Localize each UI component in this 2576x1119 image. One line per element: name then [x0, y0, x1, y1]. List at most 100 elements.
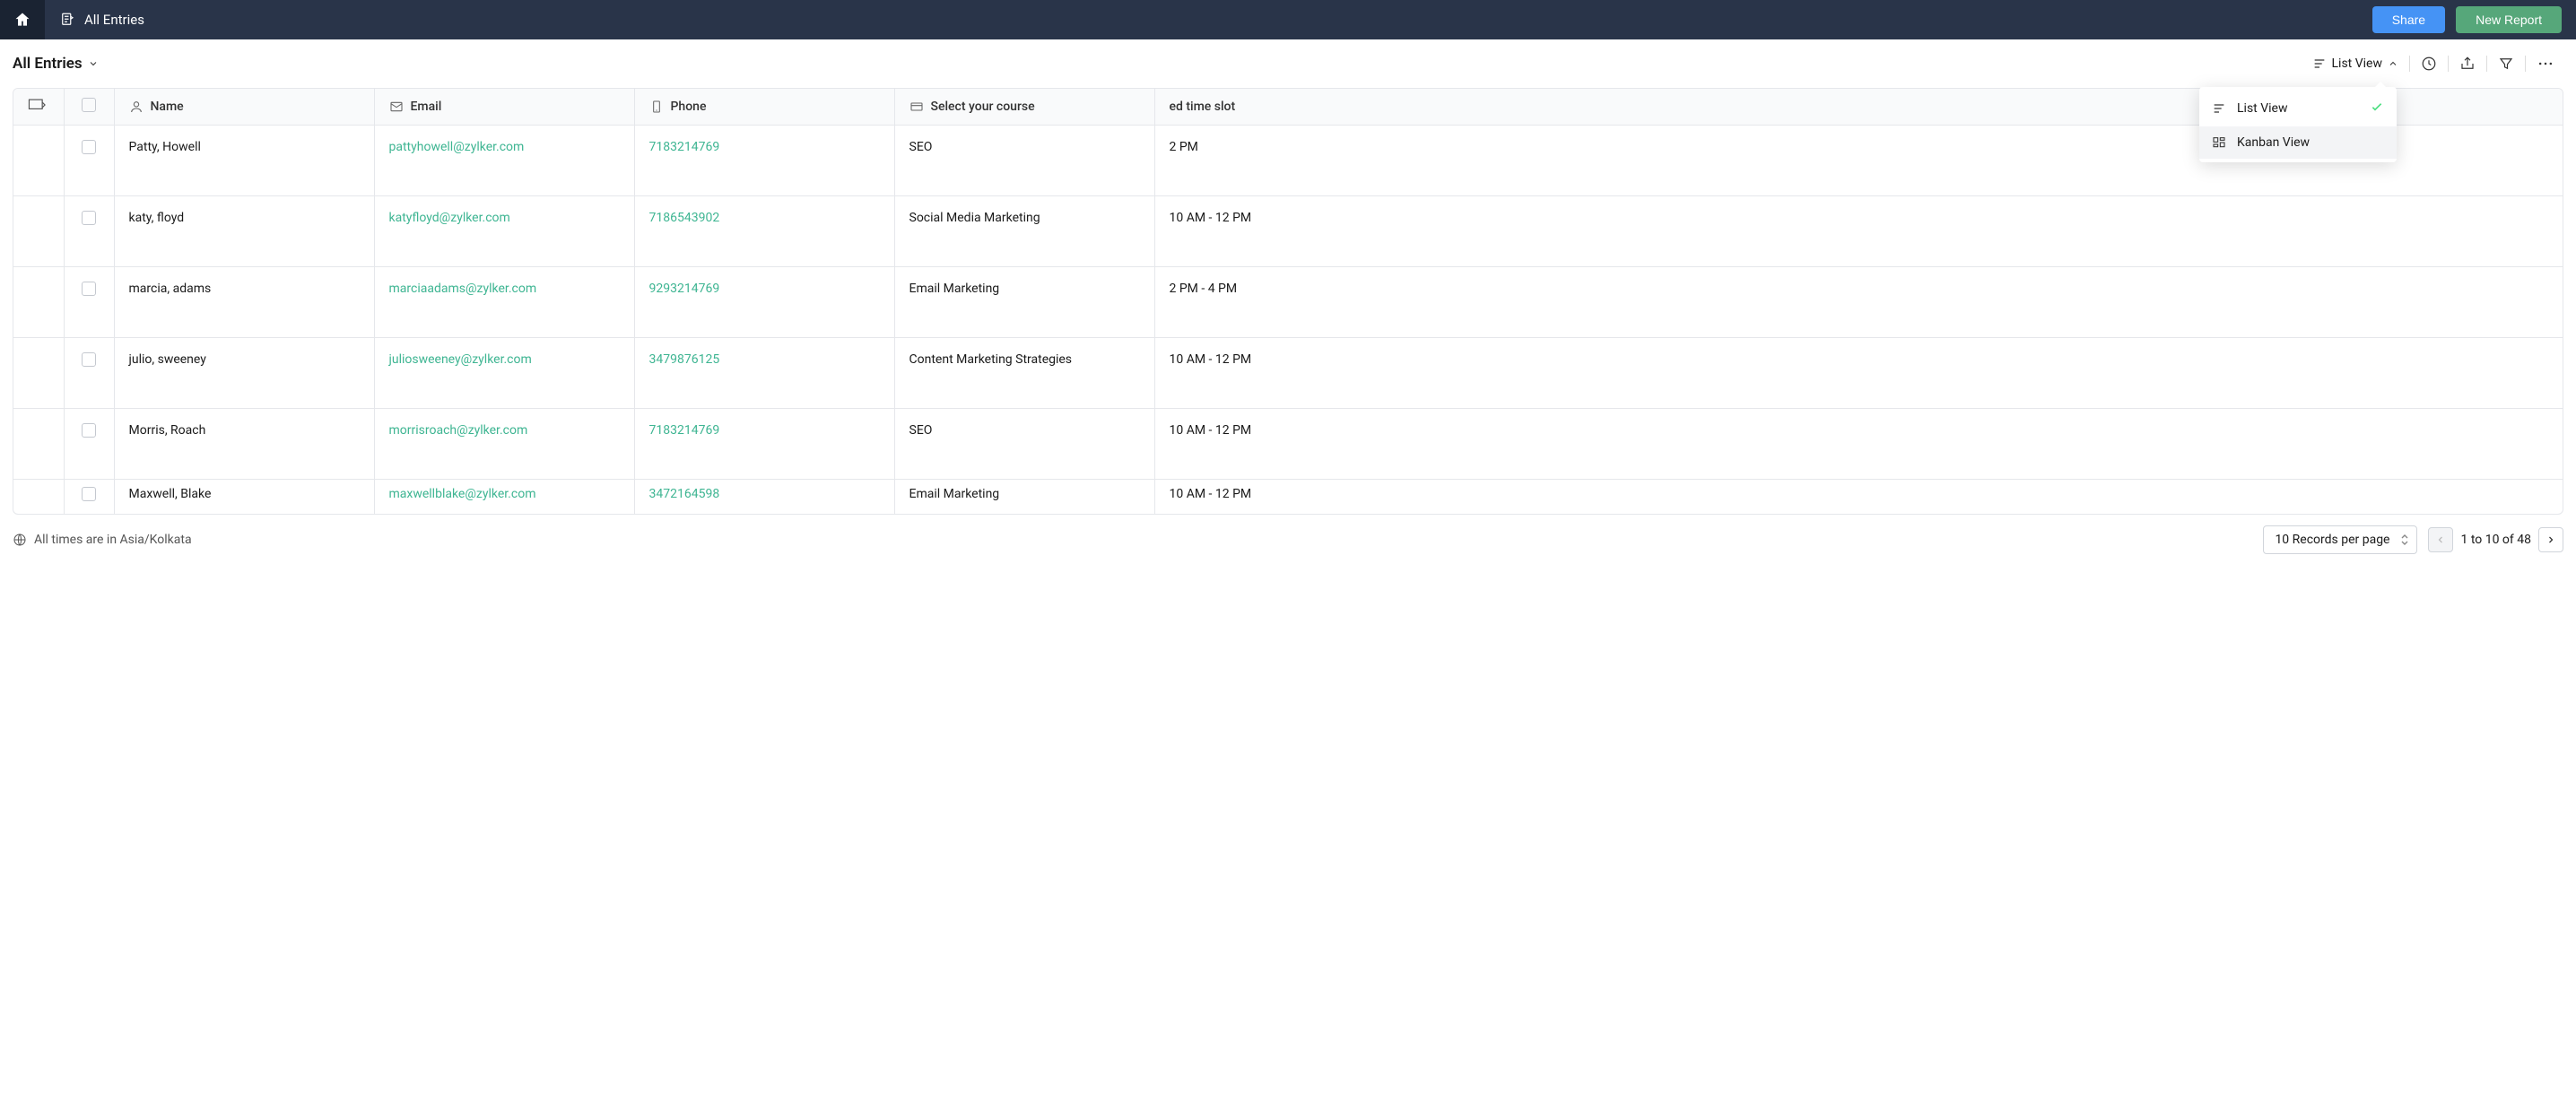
new-report-button[interactable]: New Report	[2456, 6, 2562, 33]
chevron-left-icon	[2435, 534, 2446, 545]
cell-checkbox	[64, 409, 114, 480]
cell-email: marciaadams@zylker.com	[374, 267, 634, 338]
cell-expand	[13, 338, 64, 409]
checkbox-all[interactable]	[82, 98, 96, 112]
cell-expand	[13, 409, 64, 480]
prev-page-button[interactable]	[2428, 527, 2453, 552]
email-link[interactable]: maxwellblake@zylker.com	[389, 487, 536, 501]
footer: All times are in Asia/Kolkata 10 Records…	[0, 515, 2576, 565]
phone-link[interactable]: 9293214769	[649, 282, 720, 296]
cell-name: katy, floyd	[114, 196, 374, 267]
cell-email: katyfloyd@zylker.com	[374, 196, 634, 267]
view-option-kanban[interactable]: Kanban View	[2199, 126, 2397, 159]
clock-icon	[2421, 56, 2437, 72]
cell-course: Email Marketing	[894, 480, 1154, 515]
view-dropdown: List View Kanban View	[2199, 87, 2397, 162]
email-link[interactable]: juliosweeney@zylker.com	[389, 352, 532, 367]
cell-timeslot: 10 AM - 12 PM	[1154, 480, 2563, 515]
cell-email: morrisroach@zylker.com	[374, 409, 634, 480]
subbar-title-label: All Entries	[13, 55, 83, 73]
pagination: 1 to 10 of 48	[2428, 527, 2563, 552]
table-row[interactable]: julio, sweeney juliosweeney@zylker.com 3…	[13, 338, 2563, 409]
cell-timeslot: 10 AM - 12 PM	[1154, 196, 2563, 267]
mail-icon	[389, 100, 404, 114]
table-row[interactable]: katy, floyd katyfloyd@zylker.com 7186543…	[13, 196, 2563, 267]
view-switcher-label: List View	[2332, 56, 2383, 71]
cell-name: marcia, adams	[114, 267, 374, 338]
cell-phone: 7183214769	[634, 126, 894, 196]
cell-course: Social Media Marketing	[894, 196, 1154, 267]
cell-expand	[13, 126, 64, 196]
row-checkbox[interactable]	[82, 140, 96, 154]
timezone-label: All times are in Asia/Kolkata	[34, 533, 192, 547]
chevron-right-icon	[2546, 534, 2556, 545]
cell-name: Maxwell, Blake	[114, 480, 374, 515]
cell-timeslot: 2 PM - 4 PM	[1154, 267, 2563, 338]
entries-dropdown[interactable]: All Entries	[13, 55, 99, 73]
list-icon	[2312, 56, 2327, 71]
phone-link[interactable]: 7183214769	[649, 140, 720, 154]
cell-course: Email Marketing	[894, 267, 1154, 338]
home-icon	[13, 11, 31, 29]
data-table: Name Email Phone	[13, 88, 2563, 515]
table-row[interactable]: Patty, Howell pattyhowell@zylker.com 718…	[13, 126, 2563, 196]
list-icon	[2212, 101, 2226, 116]
column-header-course[interactable]: Select your course	[894, 89, 1154, 126]
email-link[interactable]: pattyhowell@zylker.com	[389, 140, 525, 154]
kanban-icon	[2212, 135, 2226, 150]
view-switcher[interactable]: List View	[2303, 51, 2408, 76]
phone-link[interactable]: 3472164598	[649, 487, 720, 501]
cell-course: SEO	[894, 126, 1154, 196]
table-row[interactable]: marcia, adams marciaadams@zylker.com 929…	[13, 267, 2563, 338]
email-link[interactable]: marciaadams@zylker.com	[389, 282, 537, 296]
view-option-list[interactable]: List View	[2199, 91, 2397, 126]
chevron-up-icon	[2388, 58, 2398, 69]
cell-name: Patty, Howell	[114, 126, 374, 196]
email-link[interactable]: katyfloyd@zylker.com	[389, 211, 510, 225]
next-page-button[interactable]	[2538, 527, 2563, 552]
per-page-select[interactable]: 10 Records per page	[2263, 525, 2417, 554]
filter-button[interactable]	[2489, 51, 2523, 76]
phone-link[interactable]: 7183214769	[649, 423, 720, 438]
filter-icon	[2498, 56, 2514, 72]
row-checkbox[interactable]	[82, 423, 96, 438]
share-button[interactable]: Share	[2372, 6, 2445, 33]
column-header-email[interactable]: Email	[374, 89, 634, 126]
export-icon	[2459, 56, 2476, 72]
column-header-phone[interactable]: Phone	[634, 89, 894, 126]
email-link[interactable]: morrisroach@zylker.com	[389, 423, 528, 438]
phone-link[interactable]: 7186543902	[649, 211, 720, 225]
cell-checkbox	[64, 126, 114, 196]
row-checkbox[interactable]	[82, 211, 96, 225]
topbar-title: All Entries	[84, 12, 144, 28]
table-row[interactable]: Maxwell, Blake maxwellblake@zylker.com 3…	[13, 480, 2563, 515]
history-button[interactable]	[2412, 51, 2446, 76]
topbar: All Entries Share New Report	[0, 0, 2576, 39]
row-checkbox[interactable]	[82, 487, 96, 501]
table-row[interactable]: Morris, Roach morrisroach@zylker.com 718…	[13, 409, 2563, 480]
cell-checkbox	[64, 338, 114, 409]
cell-phone: 3472164598	[634, 480, 894, 515]
home-button[interactable]	[0, 0, 45, 39]
cell-timeslot: 10 AM - 12 PM	[1154, 338, 2563, 409]
more-button[interactable]	[2528, 51, 2563, 76]
column-header-name[interactable]: Name	[114, 89, 374, 126]
cell-course: SEO	[894, 409, 1154, 480]
cell-checkbox	[64, 267, 114, 338]
cell-phone: 7186543902	[634, 196, 894, 267]
row-checkbox[interactable]	[82, 352, 96, 367]
cell-expand	[13, 480, 64, 515]
cell-expand	[13, 267, 64, 338]
export-button[interactable]	[2450, 51, 2485, 76]
column-expand[interactable]	[13, 89, 64, 126]
cell-checkbox	[64, 480, 114, 515]
cell-email: juliosweeney@zylker.com	[374, 338, 634, 409]
chevron-down-icon	[88, 58, 99, 69]
phone-link[interactable]: 3479876125	[649, 352, 720, 367]
cell-name: Morris, Roach	[114, 409, 374, 480]
phone-icon	[649, 100, 664, 114]
per-page-label: 10 Records per page	[2275, 533, 2389, 547]
page-info: 1 to 10 of 48	[2460, 533, 2531, 547]
column-label: Phone	[671, 100, 707, 114]
row-checkbox[interactable]	[82, 282, 96, 296]
